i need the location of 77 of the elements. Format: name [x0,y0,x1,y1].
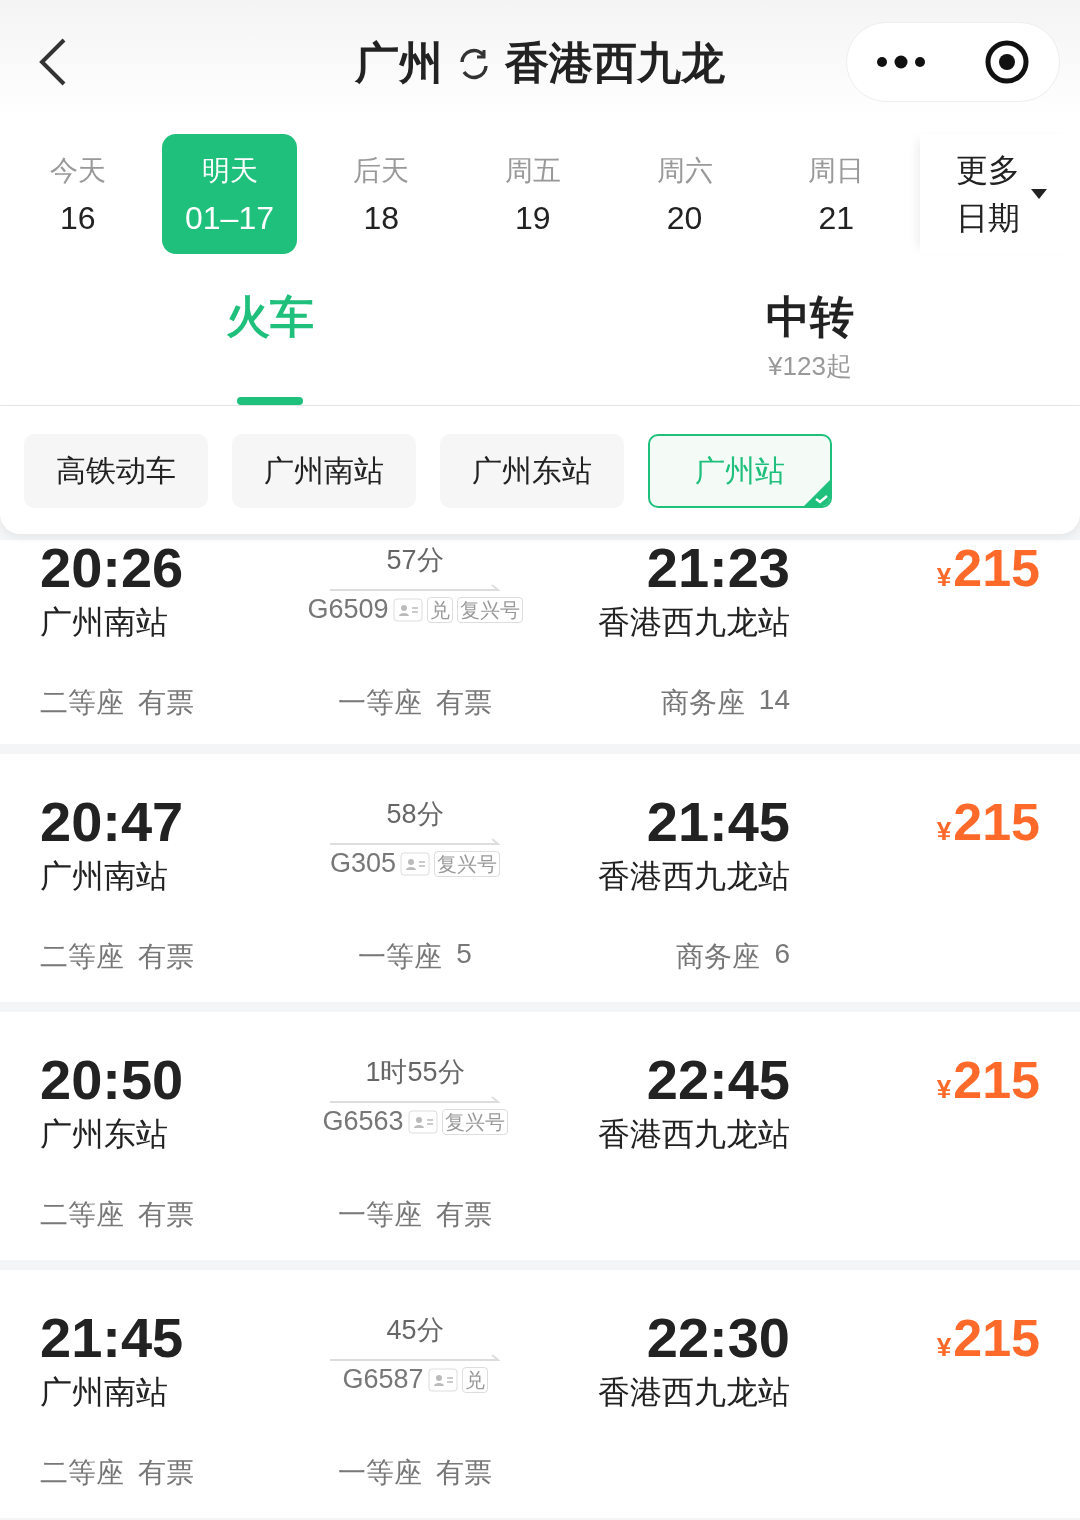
date-tab[interactable]: 周日 21 [768,134,905,254]
seat-class: 一等座 [338,1198,422,1232]
station-filter[interactable]: 广州南站 [232,434,416,508]
train-number: G6563 [322,1106,404,1137]
arrival-station: 香港西九龙站 [598,1373,790,1412]
train-number: G6509 [307,594,389,625]
seat-class: 一等座 [358,940,443,974]
train-tag: 复兴号 [456,596,523,623]
departure-time: 21:45 [40,1310,184,1366]
more-dates-button[interactable]: 更多 日期 [920,134,1080,254]
id-card-icon [407,1109,438,1134]
date-tab[interactable]: 周六 20 [616,134,753,254]
seat-availability: 有票 [436,1198,492,1232]
price: ¥215 [936,1052,1040,1111]
arrival-time: 21:23 [646,540,790,596]
mode-tab[interactable]: 中转 ¥123起 [540,264,1080,405]
more-icon[interactable] [876,55,926,69]
arrival-station: 香港西九龙站 [598,1115,790,1154]
check-icon [804,480,830,506]
seat-class: 商务座 [660,686,745,720]
departure-time: 20:26 [40,540,184,596]
seat-class: 二等座 [40,940,124,974]
duration: 57分 [386,544,444,577]
caret-icon [1030,188,1049,200]
seat-class: 二等座 [40,1456,124,1490]
seat-class: 一等座 [338,686,422,720]
date-tab[interactable]: 今天 16 [10,134,146,254]
destination-city: 香港西九龙 [505,37,725,89]
seat-availability: 5 [456,938,472,971]
duration: 58分 [386,798,444,831]
train-tag: 兑 [426,596,453,623]
seat-availability: 有票 [138,1456,194,1490]
date-tab[interactable]: 后天 18 [313,134,449,254]
id-card-icon [427,1367,458,1392]
arrival-time: 22:45 [646,1052,790,1108]
arrival-station: 香港西九龙站 [598,603,790,642]
seat-class: 二等座 [40,686,124,720]
departure-station: 广州南站 [40,603,168,642]
seat-availability: 有票 [436,686,492,720]
departure-station: 广州南站 [40,1373,168,1412]
duration: 45分 [386,1314,444,1347]
seat-class: 二等座 [40,1198,124,1232]
date-tab[interactable]: 周五 19 [465,134,601,254]
train-card[interactable]: 20:26 57分 G6509 兑 复兴号 21:23 ¥215 广州南站 香港西九龙站 二等座 有票 一等座 有票 商务座 14 [0,540,1080,744]
seat-availability: 6 [774,938,790,971]
id-card-icon [392,597,423,622]
station-filter[interactable]: 广州东站 [440,434,624,508]
price: ¥215 [936,794,1040,853]
arrival-time: 21:45 [646,794,790,850]
train-tag: 复兴号 [434,850,501,877]
seat-availability: 有票 [436,1456,492,1490]
id-card-icon [400,851,431,876]
seat-availability: 有票 [138,1198,194,1232]
price: ¥215 [936,1310,1040,1369]
seat-availability: 有票 [138,686,194,720]
seat-class: 商务座 [676,940,761,974]
price: ¥215 [936,540,1040,599]
swap-icon [457,46,491,81]
train-tag: 复兴号 [441,1108,508,1135]
station-filter[interactable]: 高铁动车 [24,434,208,508]
departure-station: 广州南站 [40,857,168,896]
arrival-station: 香港西九龙站 [598,857,790,896]
train-number: G305 [329,848,397,879]
departure-time: 20:47 [40,794,184,850]
origin-city: 广州 [355,37,443,89]
seat-class: 一等座 [338,1456,422,1490]
train-card[interactable]: 20:50 1时55分 G6563 复兴号 22:45 ¥215 广州东站 香港西九龙站 二等座 有票 一等座 有票 [0,1012,1080,1260]
arrival-time: 22:30 [646,1310,790,1366]
departure-station: 广州东站 [40,1115,168,1154]
train-card[interactable]: 21:45 45分 G6587 兑 22:30 ¥215 广州南站 香港西九龙站 二等座 有票 一等座 有票 [0,1270,1080,1518]
duration: 1时55分 [365,1056,465,1089]
departure-time: 20:50 [40,1052,184,1108]
seat-availability: 有票 [138,940,194,974]
train-number: G6587 [342,1364,424,1395]
train-card[interactable]: 20:47 58分 G305 复兴号 21:45 ¥215 广州南站 香港西九龙站 二等座 有票 一等座 5 商务座 6 [0,754,1080,1002]
train-tag: 兑 [461,1366,488,1393]
seat-availability: 14 [758,684,790,717]
